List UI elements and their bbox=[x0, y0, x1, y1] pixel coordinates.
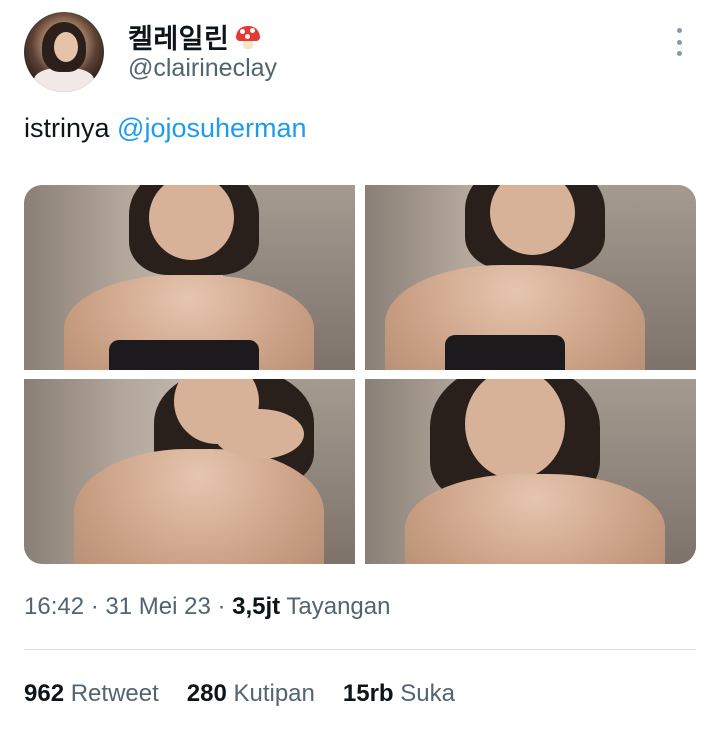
meta-separator: · bbox=[84, 593, 106, 620]
display-name[interactable]: 켈레일린 bbox=[128, 17, 261, 56]
tweet-metadata: 16:42 · 31 Mei 23 · 3,5jt Tayangan bbox=[24, 593, 390, 621]
photo-4[interactable] bbox=[365, 379, 696, 564]
engagement-stats: 962 Retweet 280 Kutipan 15rb Suka bbox=[24, 680, 455, 708]
photo-2[interactable] bbox=[365, 185, 696, 370]
likes-label: Suka bbox=[393, 680, 455, 707]
more-options-icon[interactable] bbox=[672, 28, 686, 56]
user-handle[interactable]: @clairineclay bbox=[128, 54, 277, 83]
avatar[interactable] bbox=[24, 12, 104, 92]
mushroom-icon bbox=[235, 24, 261, 50]
retweets-stat[interactable]: 962 Retweet bbox=[24, 680, 159, 708]
retweets-count: 962 bbox=[24, 680, 65, 707]
quotes-stat[interactable]: 280 Kutipan bbox=[187, 680, 315, 708]
likes-count: 15rb bbox=[342, 680, 394, 707]
likes-stat[interactable]: 15rb Suka bbox=[343, 680, 455, 708]
quotes-label: Kutipan bbox=[226, 680, 315, 707]
views-label: Tayangan bbox=[280, 593, 391, 620]
mention-link[interactable]: @jojosuherman bbox=[117, 113, 307, 143]
meta-separator: · bbox=[210, 593, 233, 620]
photo-3[interactable] bbox=[24, 379, 355, 564]
views-count[interactable]: 3,5jt bbox=[232, 593, 280, 620]
divider bbox=[24, 649, 696, 650]
quotes-count: 280 bbox=[186, 680, 227, 707]
tweet-text: istrinya @jojosuherman bbox=[24, 113, 307, 144]
tweet-time[interactable]: 16:42 bbox=[24, 593, 84, 620]
avatar-face bbox=[54, 32, 78, 62]
tweet-date[interactable]: 31 Mei 23 bbox=[105, 593, 210, 620]
media-grid bbox=[24, 185, 696, 564]
tweet-body: istrinya bbox=[24, 113, 118, 143]
display-name-text: 켈레일린 bbox=[128, 24, 230, 55]
photo-1[interactable] bbox=[24, 185, 355, 370]
retweets-label: Retweet bbox=[64, 680, 159, 707]
